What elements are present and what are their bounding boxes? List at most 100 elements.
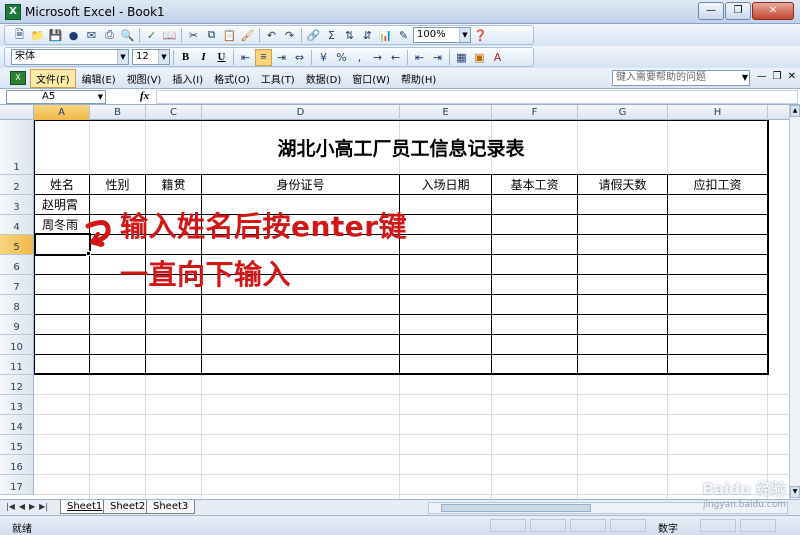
cell-a4[interactable]: 周冬雨 bbox=[35, 215, 89, 234]
copy-icon[interactable]: ⧉ bbox=[203, 27, 220, 44]
email-icon[interactable]: ✉ bbox=[83, 27, 100, 44]
row-header-6[interactable]: 6 bbox=[0, 255, 34, 275]
autosum-icon[interactable]: Σ bbox=[323, 27, 340, 44]
workbook-restore-icon[interactable]: ❐ bbox=[773, 71, 782, 82]
print-icon[interactable]: ⎙ bbox=[101, 27, 118, 44]
header-hometown[interactable]: 籍贯 bbox=[146, 175, 201, 194]
borders-icon[interactable]: ▦ bbox=[453, 49, 470, 66]
hyperlink-icon[interactable]: 🔗 bbox=[305, 27, 322, 44]
row-header-7[interactable]: 7 bbox=[0, 275, 34, 295]
minimize-button[interactable]: — bbox=[698, 2, 724, 20]
fx-icon[interactable]: fx bbox=[140, 90, 149, 102]
worksheet-grid[interactable]: A B C D E F G H 1 2 3 4 5 6 7 8 9 10 11 … bbox=[0, 105, 789, 499]
column-header-h[interactable]: H bbox=[668, 105, 768, 120]
restore-button[interactable]: ❐ bbox=[725, 2, 751, 20]
font-name-select[interactable]: 宋体 ▼ bbox=[11, 49, 129, 65]
row-header-10[interactable]: 10 bbox=[0, 335, 34, 355]
comma-style-icon[interactable]: , bbox=[351, 49, 368, 66]
decrease-decimal-icon[interactable]: ← bbox=[387, 49, 404, 66]
paste-icon[interactable]: 📋 bbox=[221, 27, 238, 44]
scroll-up-icon[interactable]: ▲ bbox=[790, 105, 800, 117]
help-search-input[interactable]: 键入需要帮助的问题 ▼ bbox=[612, 70, 750, 86]
new-file-icon[interactable]: 🗎 bbox=[11, 27, 28, 44]
header-deduction[interactable]: 应扣工资 bbox=[668, 175, 767, 194]
table-title[interactable]: 湖北小高工厂员工信息记录表 bbox=[35, 121, 767, 174]
active-cell-a5[interactable] bbox=[34, 233, 91, 256]
row-header-12[interactable]: 12 bbox=[0, 375, 34, 395]
row-header-16[interactable]: 16 bbox=[0, 455, 34, 475]
menu-window[interactable]: 窗口(W) bbox=[347, 70, 395, 87]
merge-center-icon[interactable]: ⇔ bbox=[291, 49, 308, 66]
open-folder-icon[interactable]: 📁 bbox=[29, 27, 46, 44]
header-entry-date[interactable]: 入场日期 bbox=[400, 175, 491, 194]
row-header-9[interactable]: 9 bbox=[0, 315, 34, 335]
header-name[interactable]: 姓名 bbox=[35, 175, 89, 194]
first-sheet-icon[interactable]: |◀ bbox=[6, 502, 15, 511]
format-painter-icon[interactable]: 🖌 bbox=[239, 27, 256, 44]
select-all-corner[interactable] bbox=[0, 105, 34, 120]
menu-edit[interactable]: 编辑(E) bbox=[77, 70, 121, 87]
font-size-select[interactable]: 12 ▼ bbox=[132, 49, 170, 65]
name-box[interactable]: A5 ▼ bbox=[6, 90, 106, 104]
column-header-d[interactable]: D bbox=[202, 105, 400, 120]
row-header-5[interactable]: 5 bbox=[0, 235, 34, 255]
horizontal-scroll-thumb[interactable] bbox=[441, 504, 591, 512]
row-header-17[interactable]: 17 bbox=[0, 475, 34, 495]
column-header-c[interactable]: C bbox=[146, 105, 202, 120]
spelling-icon[interactable]: ✓ bbox=[143, 27, 160, 44]
row-header-13[interactable]: 13 bbox=[0, 395, 34, 415]
menu-format[interactable]: 格式(O) bbox=[209, 70, 255, 87]
row-header-14[interactable]: 14 bbox=[0, 415, 34, 435]
header-leave-days[interactable]: 请假天数 bbox=[578, 175, 667, 194]
underline-button[interactable]: U bbox=[213, 49, 230, 66]
last-sheet-icon[interactable]: ▶| bbox=[39, 502, 48, 511]
font-color-icon[interactable]: A bbox=[489, 49, 506, 66]
close-button[interactable]: ✕ bbox=[752, 2, 794, 20]
menu-view[interactable]: 视图(V) bbox=[122, 70, 167, 87]
workbook-close-icon[interactable]: ✕ bbox=[788, 71, 796, 82]
column-header-g[interactable]: G bbox=[578, 105, 668, 120]
bold-button[interactable]: B bbox=[177, 49, 194, 66]
column-header-f[interactable]: F bbox=[492, 105, 578, 120]
row-header-1[interactable]: 1 bbox=[0, 120, 34, 175]
next-sheet-icon[interactable]: ▶ bbox=[29, 502, 35, 511]
row-header-15[interactable]: 15 bbox=[0, 435, 34, 455]
undo-icon[interactable]: ↶ bbox=[263, 27, 280, 44]
header-base-salary[interactable]: 基本工资 bbox=[492, 175, 577, 194]
italic-button[interactable]: I bbox=[195, 49, 212, 66]
sort-ascending-icon[interactable]: ⇅ bbox=[341, 27, 358, 44]
tab-sheet1[interactable]: Sheet1 bbox=[60, 500, 110, 514]
workbook-minimize-icon[interactable]: — bbox=[757, 71, 767, 82]
menu-help[interactable]: 帮助(H) bbox=[396, 70, 441, 87]
tab-sheet2[interactable]: Sheet2 bbox=[103, 500, 153, 514]
fill-handle[interactable] bbox=[86, 251, 91, 256]
align-left-icon[interactable]: ⇤ bbox=[237, 49, 254, 66]
align-center-icon[interactable]: ≡ bbox=[255, 48, 272, 66]
scroll-down-icon[interactable]: ▼ bbox=[790, 486, 800, 498]
currency-icon[interactable]: ¥ bbox=[315, 49, 332, 66]
increase-decimal-icon[interactable]: → bbox=[369, 49, 386, 66]
cut-icon[interactable]: ✂ bbox=[185, 27, 202, 44]
row-header-3[interactable]: 3 bbox=[0, 195, 34, 215]
permission-icon[interactable]: ● bbox=[65, 27, 82, 44]
decrease-indent-icon[interactable]: ⇤ bbox=[411, 49, 428, 66]
increase-indent-icon[interactable]: ⇥ bbox=[429, 49, 446, 66]
save-icon[interactable]: 💾 bbox=[47, 27, 64, 44]
menu-data[interactable]: 数据(D) bbox=[301, 70, 347, 87]
help-icon[interactable]: ❓ bbox=[472, 27, 489, 44]
column-header-a[interactable]: A bbox=[34, 105, 90, 120]
workbook-icon[interactable]: X bbox=[10, 71, 26, 85]
excel-app-icon[interactable]: X bbox=[5, 3, 21, 20]
vertical-scrollbar[interactable]: ▲ ▼ bbox=[789, 105, 800, 499]
redo-icon[interactable]: ↷ bbox=[281, 27, 298, 44]
percent-icon[interactable]: % bbox=[333, 49, 350, 66]
row-header-11[interactable]: 11 bbox=[0, 355, 34, 375]
row-header-8[interactable]: 8 bbox=[0, 295, 34, 315]
align-right-icon[interactable]: ⇥ bbox=[273, 49, 290, 66]
fill-color-icon[interactable]: ▣ bbox=[471, 49, 488, 66]
row-header-4[interactable]: 4 bbox=[0, 215, 34, 235]
formula-input[interactable] bbox=[156, 90, 798, 104]
tab-sheet3[interactable]: Sheet3 bbox=[146, 500, 196, 514]
chart-wizard-icon[interactable]: 📊 bbox=[377, 27, 394, 44]
column-header-e[interactable]: E bbox=[400, 105, 492, 120]
